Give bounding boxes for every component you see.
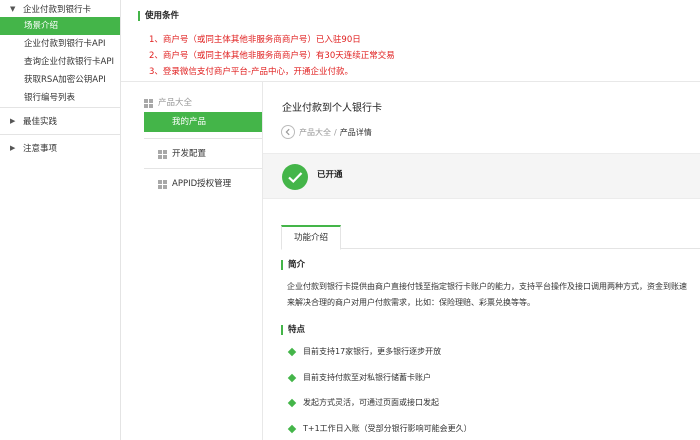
intro-title: 简介: [281, 260, 305, 270]
feature-item: 发起方式灵活，可通过页面或接口发起: [286, 395, 472, 421]
sidebar-item-bank-codes[interactable]: 银行编号列表: [0, 89, 120, 107]
feature-text: 发起方式灵活，可通过页面或接口发起: [303, 398, 439, 407]
intro-text: 企业付款到银行卡提供由商户直接付钱至指定银行卡账户的能力，支持平台操作及接口调用…: [287, 279, 700, 311]
feature-item: 目前支持17家银行，更多银行逐步开放: [286, 344, 472, 370]
conditions-list: 1、商户号（或同主体其他非服务商商户号）已入驻90日 2、商户号（或同主体其他非…: [149, 32, 395, 80]
conditions-title: 使用条件: [138, 11, 179, 21]
intro-line: 企业付款到银行卡提供由商户直接付钱至指定银行卡账户的能力，支持平台操作及接口调用…: [287, 282, 687, 291]
product-nav-label: APPID授权管理: [172, 179, 232, 189]
status-box: 已开通: [263, 153, 700, 199]
product-nav-appid-auth[interactable]: APPID授权管理: [144, 174, 262, 194]
product-detail-panel: 企业付款到个人银行卡 产品大全 / 产品详情 已开通 功能介绍 简介 企业付款到…: [262, 82, 700, 440]
sidebar-item-scene-intro[interactable]: 场景介绍: [0, 17, 120, 35]
feature-item: T+1工作日入账（受部分银行影响可能会更久）: [286, 421, 472, 440]
sidebar-item-rsa-key-api[interactable]: 获取RSA加密公钥API: [0, 71, 120, 89]
diamond-bullet-icon: [287, 347, 297, 357]
condition-item: 3、登录微信支付商户平台-产品中心，开通企业付款。: [149, 67, 353, 77]
grid-icon: [158, 149, 167, 159]
breadcrumb: 产品大全 / 产品详情: [281, 125, 372, 139]
sidebar-group-notes[interactable]: ▶ 注意事项: [0, 139, 120, 157]
caret-right-icon: ▶: [10, 144, 16, 152]
tab-feature-intro[interactable]: 功能介绍: [281, 225, 341, 250]
product-nav-label: 开发配置: [172, 149, 207, 159]
caret-down-icon: ▼: [10, 4, 16, 13]
feature-text: T+1工作日入账（受部分银行影响可能会更久）: [303, 423, 472, 433]
diamond-bullet-icon: [287, 424, 297, 433]
doc-sidebar: ▼ 企业付款到银行卡 场景介绍 企业付款到银行卡API 查询企业付款银行卡API…: [0, 0, 121, 440]
features-list: 目前支持17家银行，更多银行逐步开放 目前支持付款至对私银行储蓄卡账户 发起方式…: [286, 344, 472, 440]
diamond-bullet-icon: [287, 398, 297, 408]
tab-bar: 功能介绍: [281, 225, 700, 250]
check-circle-icon: [282, 164, 308, 190]
back-icon[interactable]: [281, 125, 295, 139]
condition-item: 2、商户号（或同主体其他非服务商商户号）有30天连续正常交易: [149, 51, 395, 61]
sidebar-divider: [0, 107, 120, 108]
feature-text: 目前支持付款至对私银行储蓄卡账户: [303, 372, 431, 382]
sidebar-group-label: 最佳实践: [23, 117, 58, 127]
breadcrumb-separator: /: [334, 127, 337, 137]
intro-line: 来解决合理的商户对用户付款需求，比如：保险理赔、彩票兑换等等。: [287, 298, 535, 307]
nav-divider: [144, 138, 262, 139]
sidebar-group-label: 注意事项: [23, 144, 58, 154]
sidebar-item-bank-payment-api[interactable]: 企业付款到银行卡API: [0, 35, 120, 53]
caret-right-icon: ▶: [10, 117, 16, 125]
product-nav-header[interactable]: 产品大全: [144, 94, 262, 112]
sidebar-group-bank-payment[interactable]: ▼ 企业付款到银行卡: [0, 0, 120, 17]
status-text: 已开通: [317, 170, 343, 180]
grid-icon: [158, 179, 167, 189]
product-nav-dev-config[interactable]: 开发配置: [144, 144, 262, 164]
product-nav-header-label: 产品大全: [158, 98, 193, 108]
grid-icon: [144, 98, 153, 108]
breadcrumb-parent-link[interactable]: 产品大全: [299, 127, 331, 138]
nav-divider: [144, 168, 262, 169]
feature-text: 目前支持17家银行，更多银行逐步开放: [303, 347, 442, 356]
sidebar-divider: [0, 134, 120, 135]
condition-item: 1、商户号（或同主体其他非服务商商户号）已入驻90日: [149, 35, 361, 45]
breadcrumb-current: 产品详情: [339, 127, 372, 137]
page-title: 企业付款到个人银行卡: [282, 103, 382, 114]
feature-item: 目前支持付款至对私银行储蓄卡账户: [286, 370, 472, 396]
features-title: 特点: [281, 325, 305, 335]
product-nav: 产品大全 我的产品 开发配置 APPID授权管理: [144, 94, 262, 194]
sidebar-item-query-payment-api[interactable]: 查询企业付款银行卡API: [0, 53, 120, 71]
sidebar-group-label: 企业付款到银行卡: [23, 4, 92, 15]
product-nav-my-products[interactable]: 我的产品: [144, 112, 262, 132]
diamond-bullet-icon: [287, 373, 297, 382]
sidebar-group-best-practice[interactable]: ▶ 最佳实践: [0, 112, 120, 130]
main-content: 使用条件 1、商户号（或同主体其他非服务商商户号）已入驻90日 2、商户号（或同…: [121, 0, 700, 440]
